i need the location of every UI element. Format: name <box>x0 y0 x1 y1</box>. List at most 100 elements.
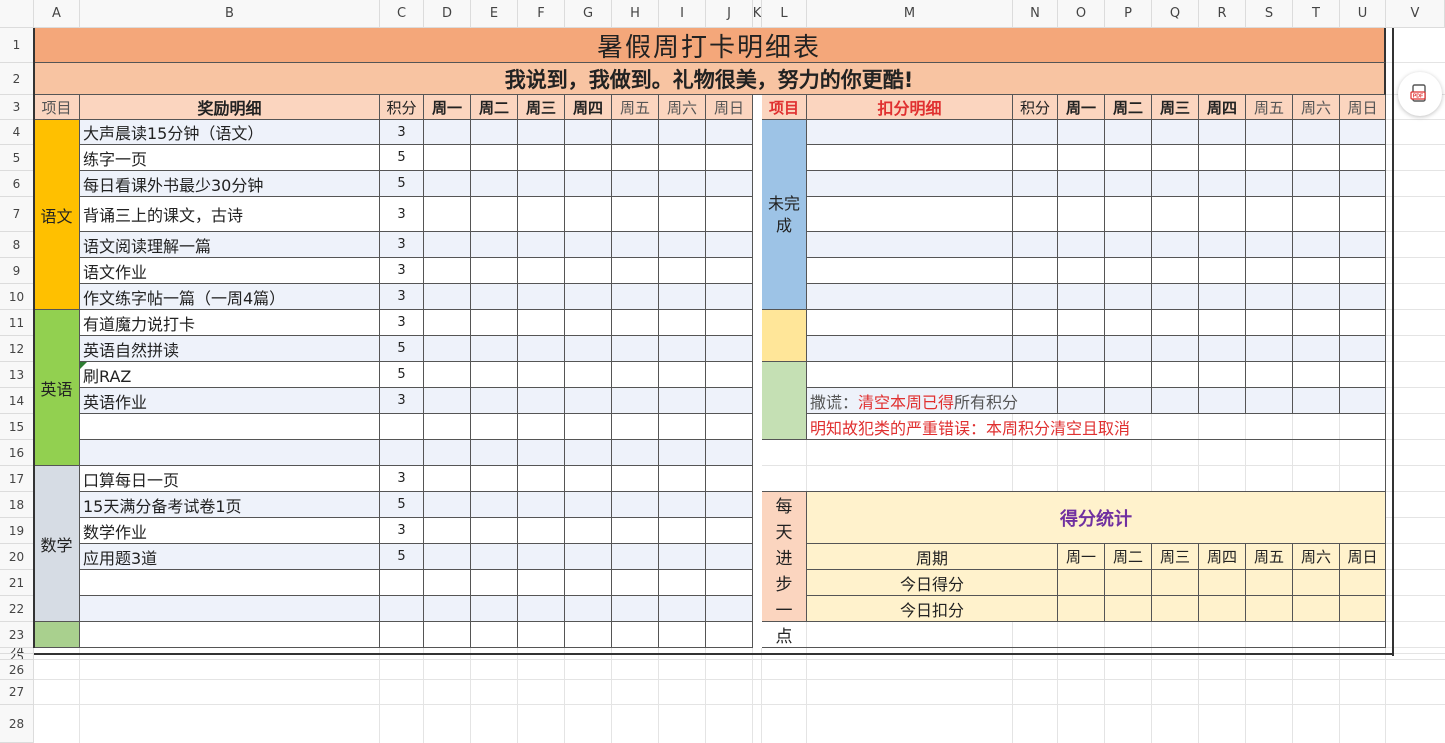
deduct-day-cell[interactable] <box>1293 258 1340 284</box>
reward-header-item[interactable]: 项目 <box>34 95 80 120</box>
reward-checkin-cell[interactable] <box>659 518 706 544</box>
deduct-header-day[interactable]: 周五 <box>1246 95 1293 120</box>
reward-checkin-cell[interactable] <box>471 440 518 466</box>
reward-checkin-cell[interactable] <box>706 518 753 544</box>
stats-side-label[interactable]: 每天进步一点 <box>762 492 807 647</box>
deduct-serious-rule[interactable]: 明知故犯类的严重错误：本周积分清空且取消 <box>807 414 1386 440</box>
reward-checkin-cell[interactable] <box>706 171 753 197</box>
reward-checkin-cell[interactable] <box>471 171 518 197</box>
column-header[interactable]: T <box>1293 0 1340 28</box>
deduct-day-cell[interactable] <box>1340 310 1386 336</box>
reward-checkin-cell[interactable] <box>471 145 518 171</box>
row-header[interactable]: 2 <box>0 63 34 95</box>
deduct-unfinished[interactable]: 未完成 <box>762 120 807 310</box>
deduct-day-cell[interactable] <box>1246 388 1293 414</box>
deduct-score-cell[interactable] <box>1013 171 1058 197</box>
reward-checkin-cell[interactable] <box>612 284 659 310</box>
reward-checkin-cell[interactable] <box>518 518 565 544</box>
row-header[interactable]: 3 <box>0 95 34 120</box>
reward-checkin-cell[interactable] <box>565 362 612 388</box>
reward-checkin-cell[interactable] <box>612 310 659 336</box>
reward-checkin-cell[interactable] <box>659 570 706 596</box>
deduct-detail-cell[interactable] <box>807 258 1013 284</box>
reward-checkin-cell[interactable] <box>518 492 565 518</box>
deduct-day-cell[interactable] <box>1340 258 1386 284</box>
stats-value-cell[interactable] <box>1340 570 1386 596</box>
stats-value-cell[interactable] <box>1340 596 1386 622</box>
reward-checkin-cell[interactable] <box>565 596 612 622</box>
reward-checkin-cell[interactable] <box>659 284 706 310</box>
reward-checkin-cell[interactable] <box>565 310 612 336</box>
row-header[interactable]: 14 <box>0 388 34 414</box>
reward-checkin-cell[interactable] <box>706 197 753 232</box>
reward-checkin-cell[interactable] <box>565 388 612 414</box>
deduct-day-cell[interactable] <box>1246 258 1293 284</box>
deduct-score-cell[interactable] <box>1013 120 1058 145</box>
reward-checkin-cell[interactable] <box>565 232 612 258</box>
deduct-day-cell[interactable] <box>1246 145 1293 171</box>
deduct-day-cell[interactable] <box>1246 284 1293 310</box>
reward-score[interactable] <box>380 622 424 648</box>
reward-checkin-cell[interactable] <box>565 544 612 570</box>
reward-checkin-cell[interactable] <box>471 414 518 440</box>
column-header[interactable]: J <box>706 0 753 28</box>
deduct-score-cell[interactable] <box>1013 145 1058 171</box>
deduct-day-cell[interactable] <box>1293 284 1340 310</box>
deduct-header-day[interactable]: 周日 <box>1340 95 1386 120</box>
deduct-day-cell[interactable] <box>1058 310 1105 336</box>
reward-checkin-cell[interactable] <box>471 570 518 596</box>
deduct-day-cell[interactable] <box>1105 310 1152 336</box>
column-header[interactable]: G <box>565 0 612 28</box>
reward-checkin-cell[interactable] <box>706 120 753 145</box>
reward-checkin-cell[interactable] <box>659 622 706 648</box>
deduct-day-cell[interactable] <box>1199 284 1246 310</box>
reward-score[interactable] <box>380 440 424 466</box>
reward-checkin-cell[interactable] <box>706 145 753 171</box>
reward-checkin-cell[interactable] <box>518 596 565 622</box>
column-header[interactable]: N <box>1013 0 1058 28</box>
stats-period-label[interactable]: 周期 <box>807 544 1058 570</box>
deduct-day-cell[interactable] <box>1199 171 1246 197</box>
reward-checkin-cell[interactable] <box>518 466 565 492</box>
subject-chinese[interactable]: 语文 <box>34 120 80 310</box>
reward-item[interactable]: 语文作业 <box>80 258 380 284</box>
reward-item[interactable] <box>80 622 380 648</box>
reward-header-day[interactable]: 周三 <box>518 95 565 120</box>
deduct-detail-cell[interactable] <box>807 171 1013 197</box>
deduct-day-cell[interactable] <box>1199 120 1246 145</box>
reward-item[interactable]: 大声晨读15分钟（语文） <box>80 120 380 145</box>
reward-item[interactable]: 作文练字帖一篇（一周4篇） <box>80 284 380 310</box>
row-header[interactable]: 1 <box>0 28 34 63</box>
deduct-day-cell[interactable] <box>1152 362 1199 388</box>
deduct-day-cell[interactable] <box>1152 145 1199 171</box>
reward-checkin-cell[interactable] <box>424 336 471 362</box>
reward-checkin-cell[interactable] <box>424 145 471 171</box>
row-header[interactable]: 20 <box>0 544 34 570</box>
column-header[interactable]: I <box>659 0 706 28</box>
row-header[interactable]: 13 <box>0 362 34 388</box>
deduct-header-day[interactable]: 周二 <box>1105 95 1152 120</box>
reward-checkin-cell[interactable] <box>565 570 612 596</box>
deduct-score-cell[interactable] <box>1013 258 1058 284</box>
reward-checkin-cell[interactable] <box>424 258 471 284</box>
reward-score[interactable]: 5 <box>380 336 424 362</box>
deduct-header-day[interactable]: 周一 <box>1058 95 1105 120</box>
column-header[interactable]: A <box>34 0 80 28</box>
reward-checkin-cell[interactable] <box>706 570 753 596</box>
deduct-day-cell[interactable] <box>1340 388 1386 414</box>
reward-checkin-cell[interactable] <box>612 197 659 232</box>
deduct-day-cell[interactable] <box>1105 145 1152 171</box>
row-header[interactable]: 15 <box>0 414 34 440</box>
reward-checkin-cell[interactable] <box>471 284 518 310</box>
reward-checkin-cell[interactable] <box>659 232 706 258</box>
reward-checkin-cell[interactable] <box>424 440 471 466</box>
row-header[interactable]: 9 <box>0 258 34 284</box>
reward-checkin-cell[interactable] <box>424 622 471 648</box>
reward-checkin-cell[interactable] <box>424 596 471 622</box>
deduct-day-cell[interactable] <box>1105 171 1152 197</box>
deduct-lie-rule[interactable]: 撒谎： 清空本周已得 所有积分 <box>807 388 1058 414</box>
deduct-day-cell[interactable] <box>1152 284 1199 310</box>
reward-checkin-cell[interactable] <box>518 232 565 258</box>
reward-checkin-cell[interactable] <box>471 492 518 518</box>
stats-value-cell[interactable] <box>1105 596 1152 622</box>
